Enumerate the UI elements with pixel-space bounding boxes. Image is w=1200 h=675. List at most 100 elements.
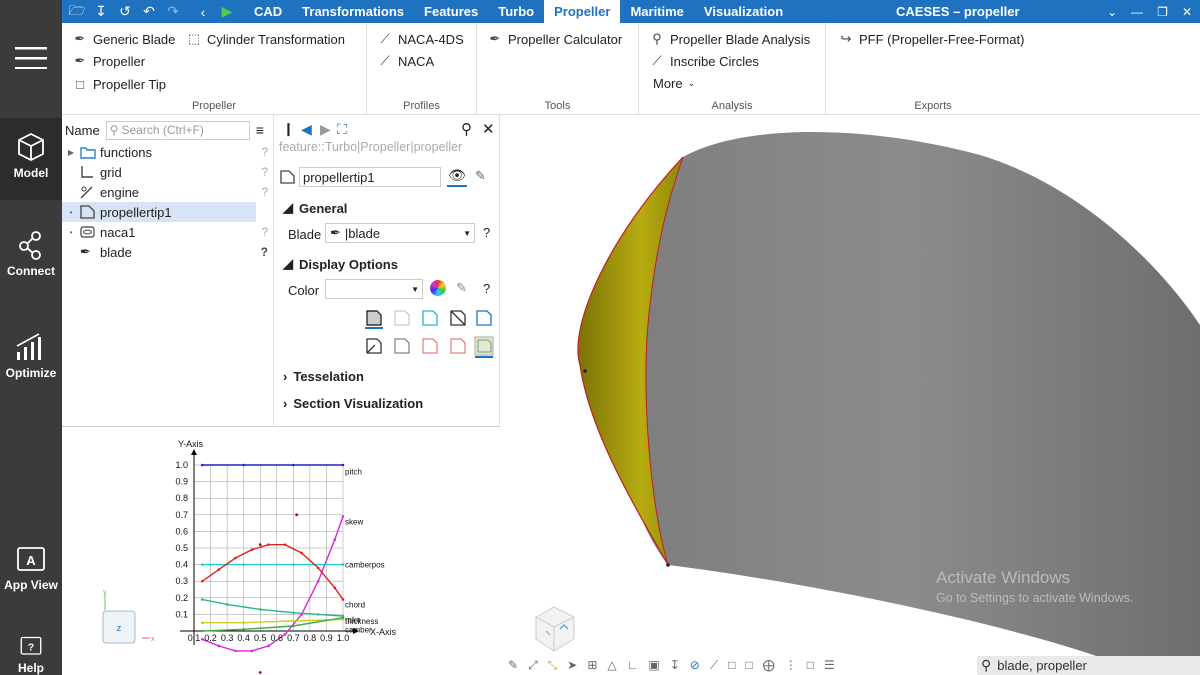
surface-edit-icon[interactable]: □ bbox=[746, 658, 753, 672]
eye-icon[interactable]: 👁 bbox=[447, 167, 467, 187]
distribution-chart: 0.1 0.2 0.3 0.4 0.5 0.6 0.7 0.8 0.9 1.00.10.20.30… bbox=[102, 439, 397, 674]
history-icon[interactable]: ↺ bbox=[114, 0, 136, 23]
display-mode-9-icon[interactable] bbox=[450, 338, 466, 354]
sidebar-item-connect[interactable]: Connect bbox=[0, 230, 62, 290]
propeller-tip-button[interactable]: □ Propeller Tip bbox=[72, 76, 166, 92]
expand-arrow-icon[interactable]: • bbox=[62, 228, 80, 237]
back-arrow-icon[interactable]: ◀ bbox=[301, 121, 312, 138]
propeller-calculator-button[interactable]: ✒ Propeller Calculator bbox=[487, 31, 623, 47]
x-tick-label: 0.9 bbox=[320, 633, 333, 643]
tree-item-functions[interactable]: ▶ functions? bbox=[62, 142, 274, 162]
tree-item-naca1[interactable]: • naca1? bbox=[62, 222, 274, 242]
tab-propeller[interactable]: Propeller bbox=[544, 0, 621, 23]
display-mode-4-icon[interactable] bbox=[450, 310, 466, 326]
inscribe-circles-button[interactable]: ⟋ Inscribe Circles bbox=[649, 53, 758, 69]
display-mode-3-icon[interactable] bbox=[422, 310, 438, 326]
redo-icon[interactable]: ↷ bbox=[162, 0, 184, 23]
display-mode-7-icon[interactable] bbox=[394, 338, 410, 354]
section-tesselation[interactable]: › Tesselation bbox=[283, 369, 364, 384]
3d-viewport[interactable]: Activate Windows Go to Settings to activ… bbox=[500, 115, 1200, 675]
connect-icon bbox=[19, 231, 41, 260]
display-mode-6-icon[interactable] bbox=[366, 338, 382, 354]
select-target-icon[interactable]: ⛶ bbox=[337, 121, 347, 138]
back-icon[interactable]: ‹ bbox=[192, 0, 214, 23]
svg-text:?: ? bbox=[28, 641, 34, 653]
camera-icon[interactable]: ▣ bbox=[648, 658, 659, 672]
restore-icon[interactable]: ❐ bbox=[1157, 5, 1168, 19]
tree-item-grid[interactable]: grid? bbox=[62, 162, 274, 182]
surface-icon[interactable]: □ bbox=[728, 658, 735, 672]
search-icon[interactable]: ⚲ bbox=[461, 120, 472, 138]
section-general[interactable]: ◢ General bbox=[283, 200, 347, 216]
sidebar-item-optimize[interactable]: Optimize bbox=[0, 332, 62, 392]
display-mode-5-icon[interactable] bbox=[476, 310, 492, 326]
run-icon[interactable]: ▶ bbox=[216, 0, 238, 23]
display-mode-8-icon[interactable] bbox=[422, 338, 438, 354]
tab-cad[interactable]: CAD bbox=[244, 0, 292, 23]
undo-icon[interactable]: ↶ bbox=[138, 0, 160, 23]
sidebar-item-model[interactable]: Model bbox=[0, 118, 62, 200]
sidebar-item-label: Optimize bbox=[5, 366, 57, 380]
points-icon[interactable]: ⋮ bbox=[785, 658, 797, 672]
viewport-search-input[interactable]: ⚲ blade, propeller bbox=[977, 656, 1200, 675]
tree-item-engine[interactable]: engine? bbox=[62, 182, 274, 202]
edit-window-icon[interactable]: ✎ bbox=[475, 168, 486, 184]
tab-transformations[interactable]: Transformations bbox=[292, 0, 414, 23]
grid-view-icon[interactable]: ⊞ bbox=[587, 658, 597, 672]
naca-button[interactable]: ⟋ NACA bbox=[377, 53, 434, 69]
tree-search-input[interactable]: ⚲ Search (Ctrl+F) bbox=[105, 120, 250, 140]
measure-icon[interactable]: △ bbox=[607, 658, 616, 672]
display-mode-2-icon[interactable] bbox=[394, 310, 410, 326]
section-icon[interactable]: □ bbox=[807, 658, 814, 672]
pff-export-button[interactable]: ↪ PFF (Propeller-Free-Format) bbox=[838, 31, 1025, 47]
tab-turbo[interactable]: Turbo bbox=[488, 0, 544, 23]
pencil-icon[interactable]: ✎ bbox=[456, 280, 467, 296]
expand-arrow-icon[interactable]: • bbox=[62, 208, 80, 217]
display-mode-1-icon[interactable] bbox=[365, 310, 383, 329]
dimension-icon[interactable]: ↧ bbox=[670, 658, 680, 672]
object-name-input[interactable]: propellertip1 bbox=[299, 167, 441, 187]
more-dropdown[interactable]: More ⌄ bbox=[653, 76, 695, 91]
tab-visualization[interactable]: Visualization bbox=[694, 0, 793, 23]
help-icon[interactable]: ? bbox=[483, 281, 490, 296]
hamburger-menu-icon[interactable] bbox=[0, 30, 62, 85]
cursor-icon[interactable]: ➤ bbox=[567, 658, 577, 672]
blade-combobox[interactable]: ✒ |blade ▼ bbox=[325, 223, 475, 243]
save-icon[interactable]: ↧ bbox=[90, 0, 112, 23]
fit-view-icon[interactable]: ⤢ bbox=[528, 658, 538, 673]
cylinder-transformation-button[interactable]: ⬚ Cylinder Transformation bbox=[186, 31, 345, 47]
section-display-options[interactable]: ◢ Display Options bbox=[283, 256, 398, 272]
axis-icon[interactable]: ∟ bbox=[627, 658, 639, 672]
section-visualization[interactable]: › Section Visualization bbox=[283, 396, 423, 411]
forward-arrow-icon[interactable]: ▶ bbox=[320, 121, 331, 138]
filter-settings-icon[interactable]: ≡ bbox=[256, 122, 264, 138]
hide-icon[interactable]: ⊘ bbox=[690, 658, 700, 672]
line-tool-icon[interactable]: ⟋ bbox=[710, 658, 718, 673]
minimize-icon[interactable]: — bbox=[1131, 5, 1143, 19]
propeller-blade-analysis-button[interactable]: ⚲ Propeller Blade Analysis bbox=[649, 31, 810, 47]
hatch-icon[interactable]: ☰ bbox=[824, 658, 835, 672]
zoom-icon[interactable]: ⤡ bbox=[548, 658, 558, 673]
display-mode-10-icon[interactable] bbox=[474, 336, 494, 358]
tab-features[interactable]: Features bbox=[414, 0, 488, 23]
sidebar-item-app-view[interactable]: A App View bbox=[0, 546, 62, 606]
sidebar-item-help[interactable]: ? Help bbox=[0, 636, 62, 675]
tree-item-propellertip1[interactable]: • propellertip1 bbox=[62, 202, 256, 222]
pencil-icon[interactable]: ✎ bbox=[508, 658, 518, 672]
mesh-icon[interactable]: ⨁ bbox=[763, 658, 775, 672]
expand-arrow-icon[interactable]: ▶ bbox=[62, 148, 80, 157]
chevron-down-icon[interactable]: ⌄ bbox=[1107, 5, 1117, 19]
tab-maritime[interactable]: Maritime bbox=[620, 0, 693, 23]
close-icon[interactable]: ✕ bbox=[1182, 5, 1192, 19]
tree-item-blade[interactable]: ✒ blade? bbox=[62, 242, 274, 262]
propeller-button[interactable]: ✒ Propeller bbox=[72, 53, 145, 69]
close-icon[interactable]: ✕ bbox=[482, 120, 495, 138]
color-wheel-icon[interactable] bbox=[430, 280, 446, 296]
help-icon[interactable]: ? bbox=[483, 225, 490, 240]
view-orientation-cube-icon[interactable] bbox=[535, 606, 575, 652]
naca-4ds-button[interactable]: ⟋ NACA-4DS bbox=[377, 31, 463, 47]
generic-blade-button[interactable]: ✒ Generic Blade bbox=[72, 31, 176, 47]
open-folder-icon[interactable]: 🗁 bbox=[66, 0, 88, 23]
pin-icon[interactable]: ❙ bbox=[283, 121, 294, 137]
color-combobox[interactable]: ▼ bbox=[325, 279, 423, 299]
